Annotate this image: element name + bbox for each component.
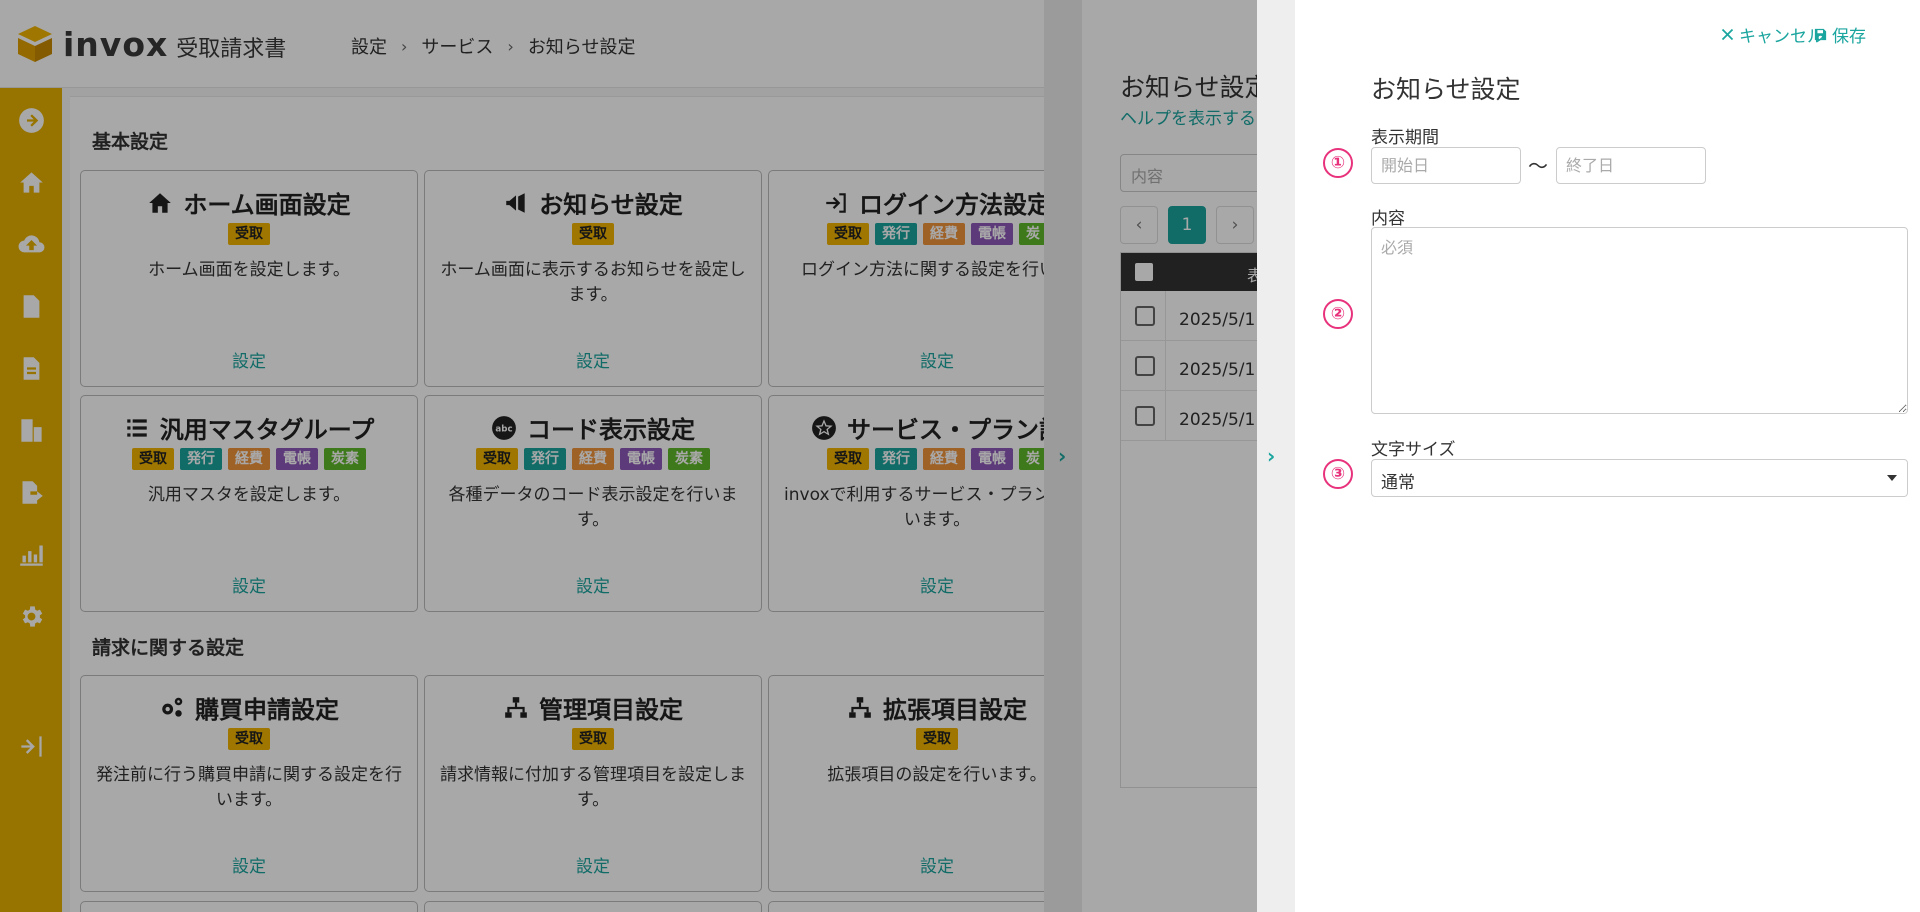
cancel-label: キャンセル	[1739, 27, 1824, 47]
marker-badge: ③	[1323, 459, 1353, 489]
range-separator: 〜	[1528, 154, 1548, 178]
chevron-right-icon[interactable]: ›	[1267, 444, 1275, 468]
edit-panel: キャンセル 保存 お知らせ設定 ① 表示期間 〜 内容 ② 文字サイズ ③ 通常	[1295, 0, 1920, 912]
marker-badge: ②	[1323, 299, 1353, 329]
dim-overlay	[1044, 0, 1257, 912]
notice-edit-drawer: › キャンセル 保存 お知らせ設定 ① 表示期間 〜 内容 ② 文字サイズ ③ …	[1257, 0, 1920, 912]
start-date-input[interactable]	[1371, 147, 1521, 184]
cancel-button[interactable]: キャンセル	[1720, 22, 1824, 47]
form-title: お知らせ設定	[1371, 75, 1521, 104]
dim-overlay	[0, 0, 1044, 912]
marker-badge: ①	[1323, 148, 1353, 178]
content-textarea[interactable]	[1371, 227, 1908, 414]
font-size-label: 文字サイズ	[1371, 440, 1456, 460]
save-label: 保存	[1832, 27, 1866, 47]
end-date-input[interactable]	[1556, 147, 1706, 184]
font-size-select[interactable]: 通常	[1371, 459, 1908, 497]
content-label: 内容	[1371, 209, 1405, 229]
period-label: 表示期間	[1371, 128, 1439, 148]
save-button[interactable]: 保存	[1813, 22, 1866, 47]
close-icon	[1721, 28, 1734, 41]
caret-down-icon	[1887, 475, 1897, 481]
floppy-disk-icon	[1814, 28, 1827, 41]
select-value: 通常	[1381, 473, 1415, 493]
